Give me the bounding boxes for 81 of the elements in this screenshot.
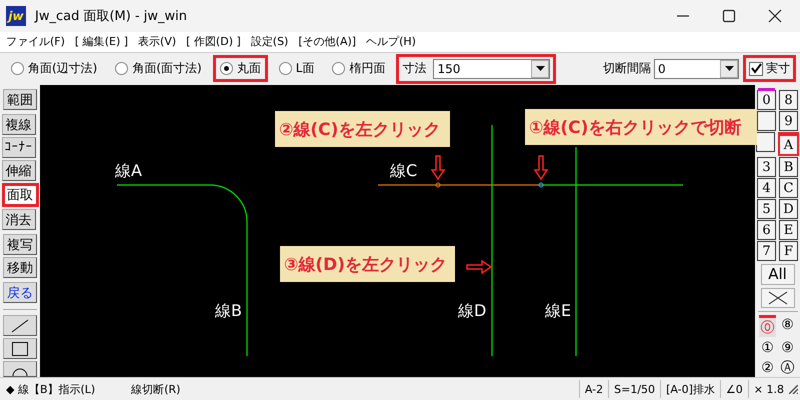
radio-button[interactable] xyxy=(278,62,292,76)
menu-item[interactable]: [ 編集(E) ] xyxy=(74,34,128,50)
cut-gap-label: 切断間隔 xyxy=(603,60,651,78)
size-label: 寸法 xyxy=(402,60,426,78)
line-label: 線E xyxy=(545,301,572,322)
status-cell: × 1.8 xyxy=(748,380,789,398)
status-cell: A-2 xyxy=(578,380,608,398)
layer-group-button[interactable]: E xyxy=(779,220,798,240)
cut-point-marker xyxy=(538,182,544,188)
tool-button[interactable]: 面取 xyxy=(2,183,38,208)
rectangle-tool-icon[interactable] xyxy=(12,342,28,356)
menu-item[interactable]: ヘルプ(H) xyxy=(366,34,416,50)
line-label: 線B xyxy=(215,301,242,322)
status-cell: ∠0 xyxy=(720,380,748,398)
close-icon[interactable] xyxy=(768,8,782,23)
instruction-callout: ①線(C)を右クリックで切断 xyxy=(525,109,757,146)
tool-button[interactable]: 戻る xyxy=(3,282,37,304)
layer-group-button[interactable]: 7 xyxy=(757,241,776,262)
layer-group-button[interactable]: 6 xyxy=(757,220,776,240)
tool-button[interactable]: 複写 xyxy=(3,234,37,256)
app-logo: jw xyxy=(6,6,26,26)
drawing-canvas[interactable]: 線A 線B 線C 線D 線E ②線(C)を左クリック ①線(C)を右クリックで切断 ③線(D)を左クリック xyxy=(40,85,755,378)
line-label: 線A xyxy=(115,161,142,182)
menu-item[interactable]: [その他(A)] xyxy=(298,34,356,50)
option-label: 楕円面 xyxy=(349,60,386,78)
down-arrow-icon xyxy=(534,155,548,181)
menu-item[interactable]: [ 作図(D) ] xyxy=(186,34,241,50)
menu-item[interactable]: ファイル(F) xyxy=(6,34,65,50)
status-text: ◆ 線【B】指示(L) xyxy=(6,382,96,397)
dropdown-arrow-icon xyxy=(724,66,734,72)
layer-group-button[interactable]: 4 xyxy=(757,178,776,198)
all-button[interactable]: All xyxy=(760,264,794,285)
status-text: 線切断(R) xyxy=(131,382,180,397)
line-tool-icon[interactable] xyxy=(11,318,29,333)
status-cell: S=1/50 xyxy=(608,380,660,398)
right-arrow-icon xyxy=(466,260,492,275)
layer-group-button[interactable] xyxy=(756,132,775,152)
radio-button[interactable] xyxy=(11,62,24,76)
option-label: L面 xyxy=(296,60,314,78)
instruction-callout: ②線(C)を左クリック xyxy=(275,111,450,148)
layer-group-button[interactable] xyxy=(757,111,776,132)
layer-group-button[interactable]: 5 xyxy=(757,199,776,220)
size-dropdown[interactable]: 150 xyxy=(433,58,550,79)
dropdown-arrow-icon xyxy=(536,66,545,72)
click-point-marker xyxy=(436,182,440,188)
layer-group-button[interactable]: D xyxy=(779,199,798,220)
option-label: 丸面 xyxy=(236,60,261,78)
radio-button[interactable] xyxy=(115,62,128,76)
layer-group-button[interactable]: B xyxy=(779,157,798,178)
circle-tool-icon[interactable] xyxy=(12,366,28,376)
layer-group-button[interactable]: 9 xyxy=(779,111,798,132)
maximize-icon[interactable] xyxy=(722,8,736,23)
tool-button[interactable]: 消去 xyxy=(2,209,36,230)
status-cell: [A-0]排水 xyxy=(660,380,720,398)
menu-item[interactable]: 表示(V) xyxy=(138,34,176,50)
layer-group-button[interactable]: F xyxy=(779,241,798,262)
cross-icon[interactable] xyxy=(768,290,788,305)
tool-button[interactable]: 移動 xyxy=(3,257,37,278)
down-arrow-icon xyxy=(430,155,446,181)
radio-button[interactable] xyxy=(332,62,346,76)
layer-group-button[interactable]: A xyxy=(778,132,799,156)
tool-button[interactable]: 伸縮 xyxy=(2,160,36,182)
line-label: 線D xyxy=(458,301,486,322)
menu-item[interactable]: 設定(S) xyxy=(250,34,288,50)
layer-group-button[interactable]: 0 xyxy=(757,90,776,110)
line-label: 線C xyxy=(390,161,418,182)
layer-group-button[interactable]: C xyxy=(779,178,798,198)
option-label: 角面(辺寸法) xyxy=(28,60,98,78)
instruction-callout: ③線(D)を左クリック xyxy=(280,246,455,282)
tool-button[interactable]: ｺｰﾅｰ xyxy=(2,137,36,158)
checkbox-label: 実寸 xyxy=(766,60,790,78)
radio-button[interactable] xyxy=(220,62,233,76)
resize-grip-icon xyxy=(789,384,798,394)
checkbox[interactable] xyxy=(749,62,763,76)
layer-group-button[interactable]: 8 xyxy=(779,90,798,110)
window-title: Jw_cad 面取(M) - jw_win xyxy=(35,8,188,25)
layer-group-button[interactable]: 3 xyxy=(757,157,776,178)
tool-button[interactable]: 複線 xyxy=(2,114,36,136)
tool-button[interactable]: 範囲 xyxy=(3,89,37,110)
option-label: 角面(面寸法) xyxy=(132,60,202,78)
cut-gap-dropdown[interactable]: 0 xyxy=(654,58,739,79)
